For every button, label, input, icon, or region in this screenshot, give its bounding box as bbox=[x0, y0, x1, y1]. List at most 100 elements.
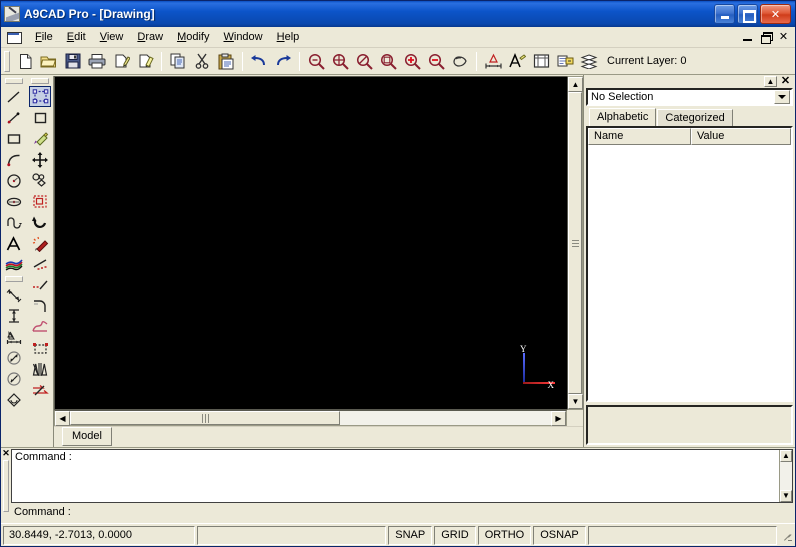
horizontal-scroll-track[interactable] bbox=[70, 411, 551, 425]
rectangle-icon[interactable] bbox=[3, 128, 25, 149]
offset-icon[interactable] bbox=[29, 380, 51, 401]
dim-angular-icon[interactable] bbox=[3, 389, 25, 410]
command-scroll-down-arrow[interactable]: ▼ bbox=[780, 490, 792, 502]
dim-diameter-icon[interactable] bbox=[3, 347, 25, 368]
command-input-line[interactable]: Command : bbox=[11, 503, 793, 520]
circle-icon[interactable] bbox=[3, 170, 25, 191]
polyline-icon[interactable] bbox=[3, 212, 25, 233]
dim-vertical-icon[interactable] bbox=[3, 305, 25, 326]
mirror-icon[interactable] bbox=[29, 359, 51, 380]
canvas-horizontal-scrollbar[interactable]: ◀ ▶ bbox=[54, 410, 567, 426]
column-header-value[interactable]: Value bbox=[691, 128, 791, 145]
menu-item-file[interactable]: File bbox=[28, 29, 60, 45]
dimension-style-icon[interactable] bbox=[481, 50, 505, 73]
horizontal-scroll-thumb[interactable] bbox=[70, 411, 340, 425]
resize-grip[interactable] bbox=[779, 528, 793, 542]
properties-close-button[interactable]: ✕ bbox=[779, 76, 792, 87]
print-preview-icon[interactable] bbox=[109, 50, 133, 73]
dim-radius-icon[interactable] bbox=[3, 368, 25, 389]
zoom-previous-icon[interactable] bbox=[304, 50, 328, 73]
zoom-window-icon[interactable] bbox=[376, 50, 400, 73]
properties-icon[interactable] bbox=[553, 50, 577, 73]
new-file-icon[interactable] bbox=[13, 50, 37, 73]
undo-icon[interactable] bbox=[247, 50, 271, 73]
hatch-icon[interactable] bbox=[3, 254, 25, 275]
text-style-icon[interactable] bbox=[505, 50, 529, 73]
properties-collapse-button[interactable]: ▲ bbox=[764, 76, 777, 87]
properties-grid-body[interactable] bbox=[588, 145, 791, 400]
vertical-scroll-thumb[interactable] bbox=[568, 92, 582, 394]
menu-item-help[interactable]: Help bbox=[270, 29, 307, 45]
tab-categorized[interactable]: Categorized bbox=[657, 109, 733, 126]
status-toggle-osnap[interactable]: OSNAP bbox=[533, 525, 586, 545]
redo-icon[interactable] bbox=[271, 50, 295, 73]
match-properties-icon[interactable] bbox=[29, 128, 51, 149]
minimize-button[interactable] bbox=[714, 4, 735, 24]
maximize-button[interactable] bbox=[737, 4, 758, 24]
paste-icon[interactable] bbox=[214, 50, 238, 73]
copy-object-icon[interactable] bbox=[29, 170, 51, 191]
text-icon[interactable] bbox=[3, 233, 25, 254]
scale-icon[interactable] bbox=[29, 191, 51, 212]
status-toggle-grid[interactable]: GRID bbox=[434, 525, 476, 545]
tab-model[interactable]: Model bbox=[62, 427, 112, 446]
pan-icon[interactable] bbox=[448, 50, 472, 73]
rotate-icon[interactable] bbox=[29, 212, 51, 233]
drawing-canvas[interactable]: Y X bbox=[54, 76, 567, 410]
toolbar-grip[interactable] bbox=[4, 50, 10, 72]
extend-icon[interactable] bbox=[29, 275, 51, 296]
arc-icon[interactable] bbox=[3, 149, 25, 170]
properties-grid[interactable]: Name Value bbox=[586, 126, 793, 402]
format-painter-icon[interactable] bbox=[133, 50, 157, 73]
zoom-all-icon[interactable] bbox=[328, 50, 352, 73]
selection-combobox[interactable]: No Selection bbox=[586, 88, 793, 106]
menu-item-draw[interactable]: Draw bbox=[130, 29, 170, 45]
mdi-minimize-button[interactable] bbox=[739, 28, 756, 44]
close-button[interactable]: ✕ bbox=[760, 4, 791, 24]
command-history-scrollbar[interactable]: ▲ ▼ bbox=[779, 450, 792, 502]
drawing-settings-icon[interactable] bbox=[529, 50, 553, 73]
dimension-toolbar-grip[interactable] bbox=[5, 276, 23, 282]
command-window-grip[interactable] bbox=[3, 460, 9, 512]
move-icon[interactable] bbox=[29, 149, 51, 170]
zoom-extents-icon[interactable] bbox=[352, 50, 376, 73]
dim-linear-icon[interactable] bbox=[3, 326, 25, 347]
zoom-out-icon[interactable] bbox=[424, 50, 448, 73]
menu-item-view[interactable]: View bbox=[93, 29, 131, 45]
menu-item-window[interactable]: Window bbox=[216, 29, 269, 45]
fillet-icon[interactable] bbox=[29, 296, 51, 317]
vertical-scroll-track[interactable] bbox=[568, 92, 582, 394]
mdi-restore-button[interactable] bbox=[757, 28, 774, 44]
scroll-up-arrow[interactable]: ▲ bbox=[568, 77, 583, 92]
draw-toolbar-grip[interactable] bbox=[5, 78, 23, 84]
command-history[interactable]: Command : ▲ ▼ bbox=[11, 449, 793, 503]
erase-icon[interactable] bbox=[29, 107, 51, 128]
cut-icon[interactable] bbox=[190, 50, 214, 73]
dim-aligned-icon[interactable] bbox=[3, 284, 25, 305]
trim-icon[interactable] bbox=[29, 254, 51, 275]
status-toggle-snap[interactable]: SNAP bbox=[388, 525, 433, 545]
scroll-down-arrow[interactable]: ▼ bbox=[568, 394, 583, 409]
save-file-icon[interactable] bbox=[61, 50, 85, 73]
mdi-close-button[interactable]: ✕ bbox=[775, 28, 792, 44]
menu-item-edit[interactable]: Edit bbox=[60, 29, 93, 45]
select-icon[interactable] bbox=[29, 86, 51, 107]
scroll-left-arrow[interactable]: ◀ bbox=[55, 411, 70, 426]
line-icon[interactable] bbox=[3, 86, 25, 107]
zoom-in-icon[interactable] bbox=[400, 50, 424, 73]
open-file-icon[interactable] bbox=[37, 50, 61, 73]
layers-icon[interactable] bbox=[577, 50, 601, 73]
menu-item-modify[interactable]: Modify bbox=[170, 29, 216, 45]
copy-icon[interactable] bbox=[166, 50, 190, 73]
status-toggle-ortho[interactable]: ORTHO bbox=[477, 525, 532, 545]
chamfer-icon[interactable] bbox=[29, 317, 51, 338]
chevron-down-icon[interactable] bbox=[774, 90, 790, 104]
command-scroll-up-arrow[interactable]: ▲ bbox=[780, 450, 792, 462]
ellipse-icon[interactable] bbox=[3, 191, 25, 212]
construction-line-icon[interactable] bbox=[3, 107, 25, 128]
tab-alphabetic[interactable]: Alphabetic bbox=[589, 108, 657, 126]
canvas-vertical-scrollbar[interactable]: ▲ ▼ bbox=[567, 76, 583, 410]
command-scroll-track[interactable] bbox=[780, 462, 792, 490]
modify-toolbar-grip[interactable] bbox=[31, 78, 49, 84]
stretch-icon[interactable] bbox=[29, 338, 51, 359]
